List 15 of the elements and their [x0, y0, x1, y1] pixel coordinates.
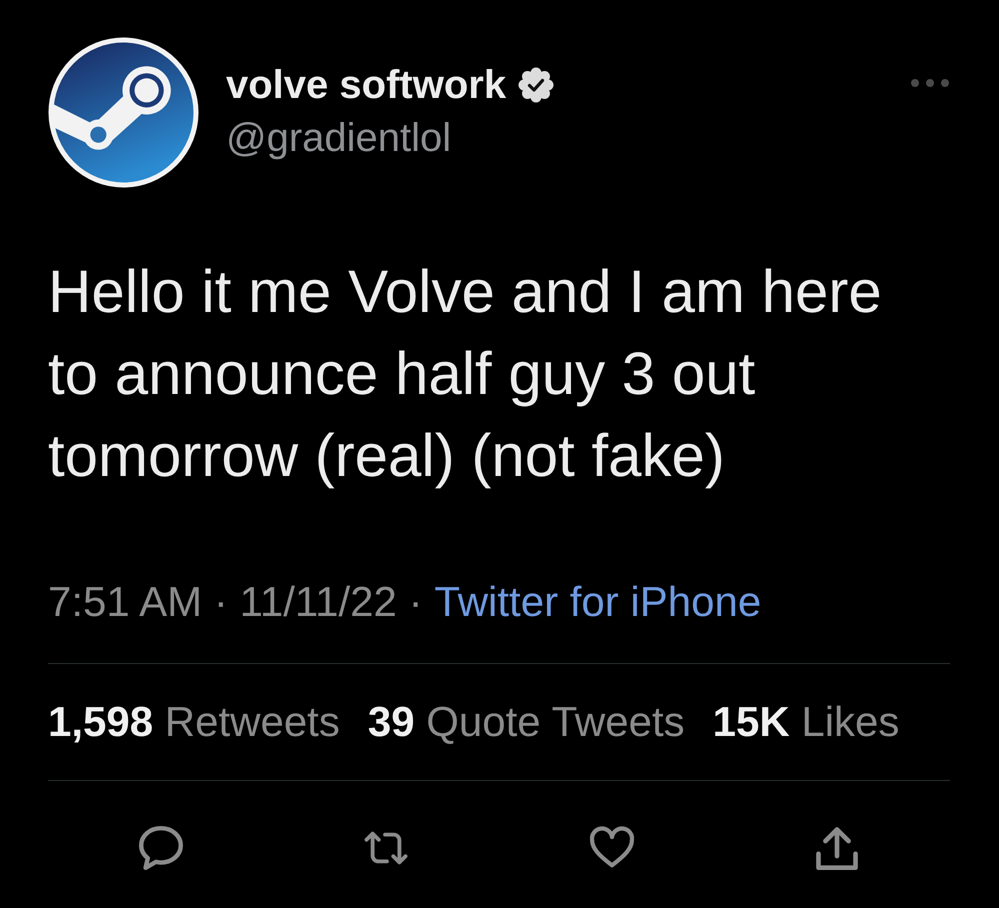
share-icon[interactable] [815, 826, 860, 870]
author-name: volve softwork [226, 62, 506, 109]
heart-icon[interactable] [590, 826, 634, 870]
speech-bubble-icon[interactable] [138, 826, 183, 870]
meta-text: 7:51 AM [48, 577, 202, 627]
stat-link[interactable]: 1,598 Retweets [48, 697, 340, 747]
meta-text: 11/11/22 [240, 577, 397, 627]
separator-dot: · [408, 577, 424, 627]
stat-link[interactable]: 39 Quote Tweets [368, 697, 685, 747]
avatar-icon [48, 37, 199, 188]
separator-dot: · [212, 577, 229, 627]
author-handle: @gradientlol [226, 115, 452, 162]
source-link[interactable]: Twitter for iPhone [434, 577, 762, 627]
tweet-text: Hello it me Volve and I am here to announce half guy 3 out tomorrow (real) (not fake) [48, 257, 883, 491]
stat-link[interactable]: 15K Likes [712, 697, 900, 747]
